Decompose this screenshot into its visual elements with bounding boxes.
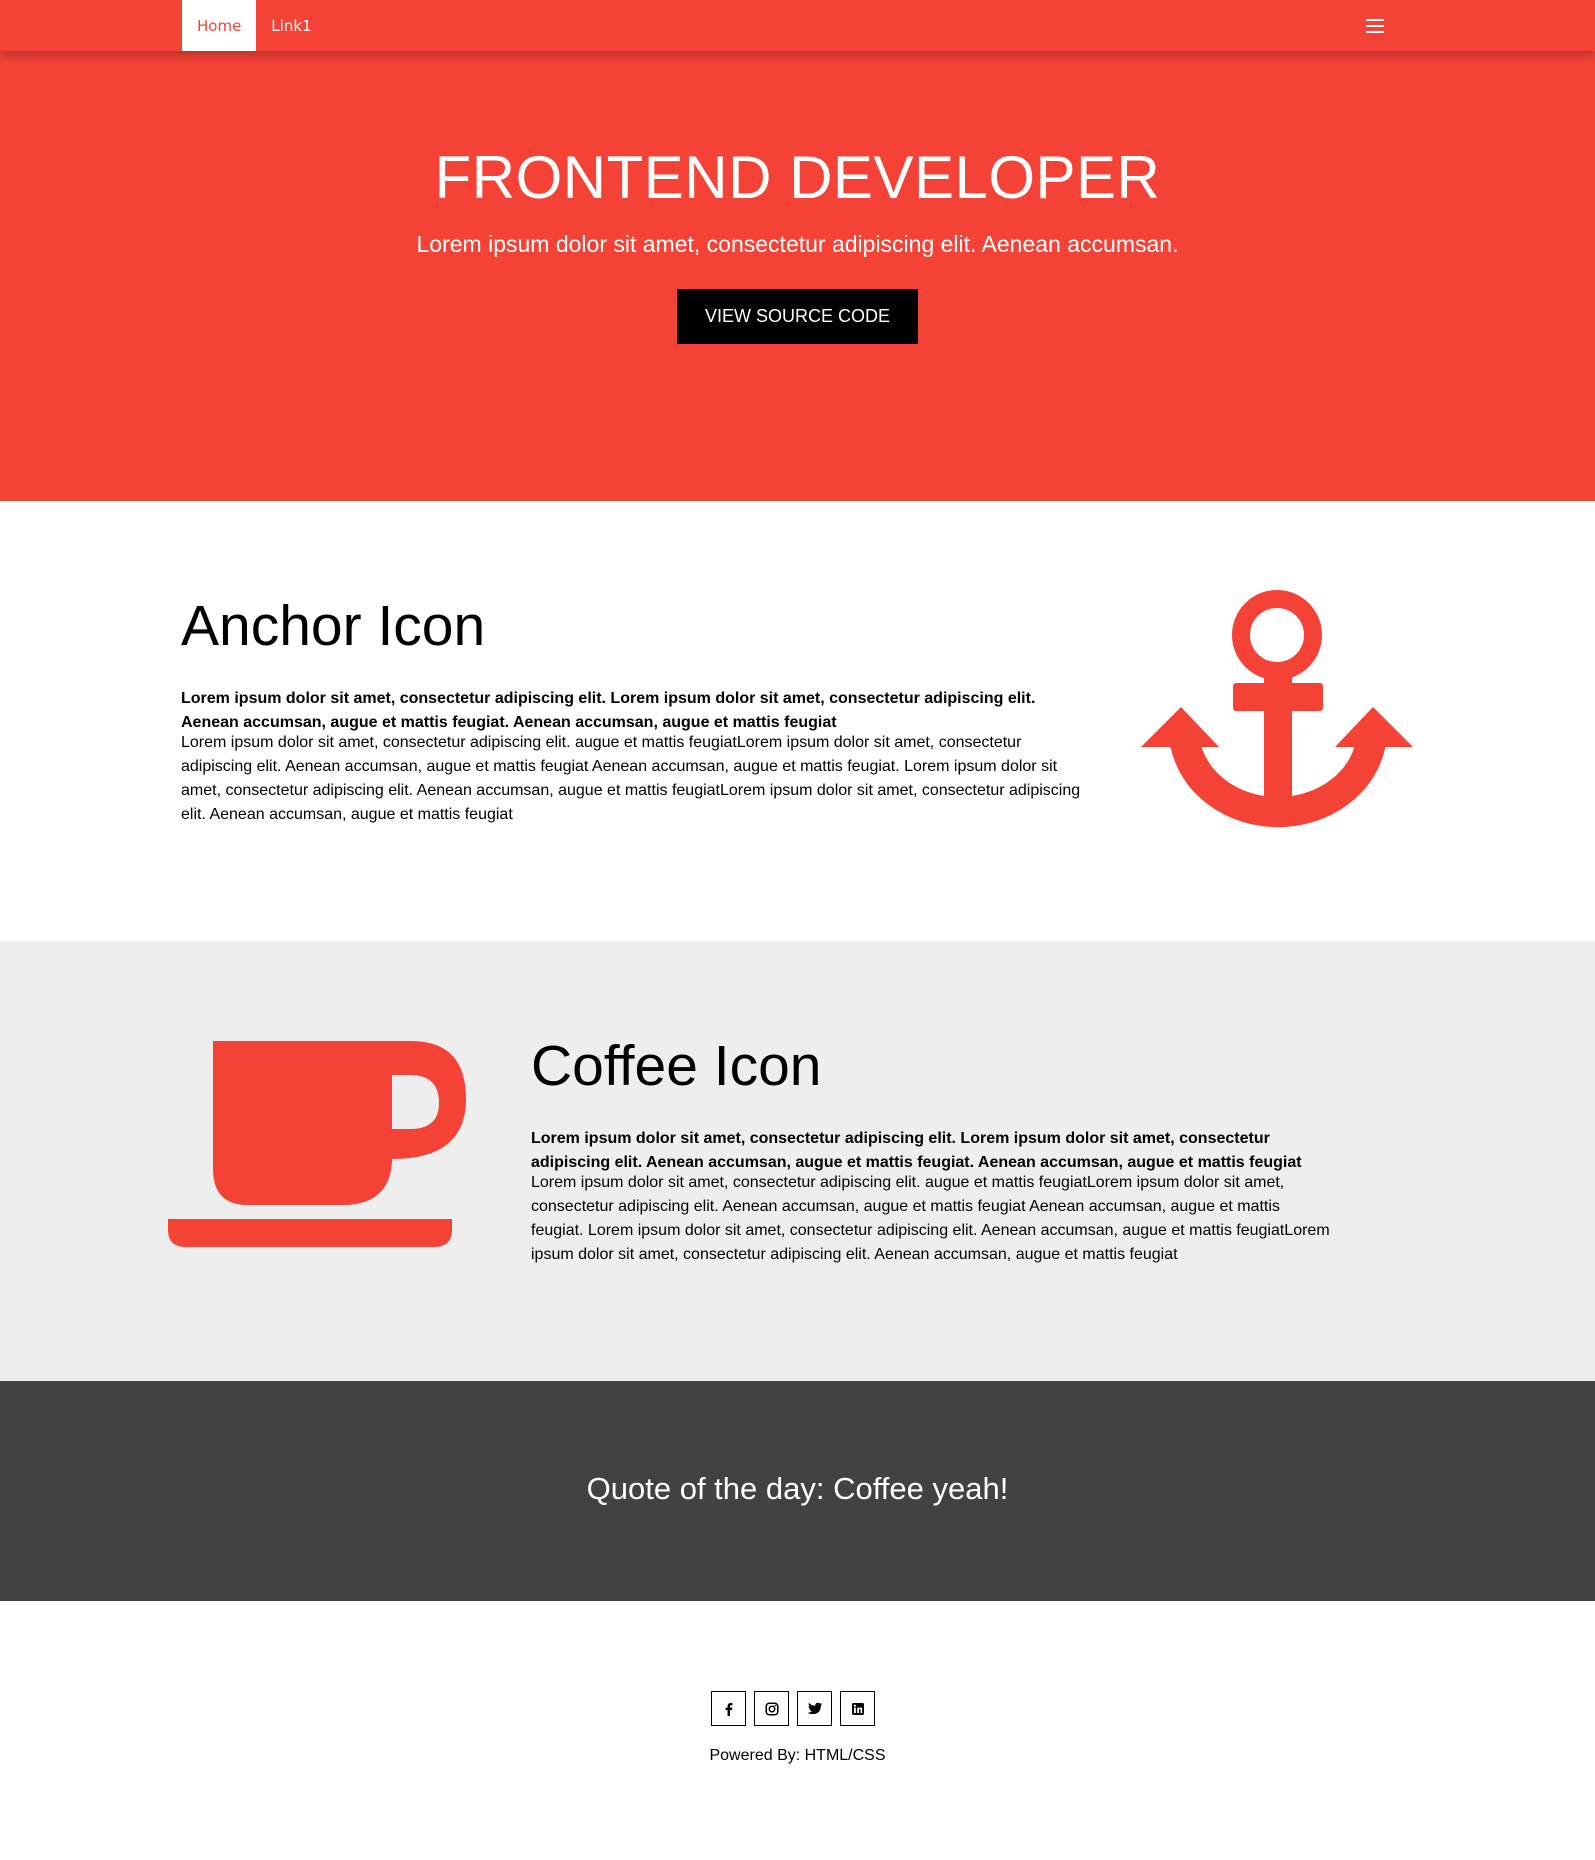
powered-by: Powered By: HTML/CSS xyxy=(0,1747,1595,1765)
anchor-section: Anchor Icon Lorem ipsum dolor sit amet, … xyxy=(0,501,1595,941)
coffee-title: Coffee Icon xyxy=(531,1034,822,1098)
page: Home Link1 FRONTEND DEVELOPER Lorem ipsu… xyxy=(0,0,1595,1841)
coffee-section: Coffee Icon Lorem ipsum dolor sit amet, … xyxy=(0,941,1595,1381)
anchor-bold-text: Lorem ipsum dolor sit amet, consectetur … xyxy=(181,690,1036,731)
coffee-body-text: Lorem ipsum dolor sit amet, consectetur … xyxy=(531,1174,1330,1263)
footer: Powered By: HTML/CSS xyxy=(0,1601,1595,1841)
linkedin-icon[interactable] xyxy=(840,1691,875,1726)
nav-item-home[interactable]: Home xyxy=(182,0,257,51)
instagram-icon[interactable] xyxy=(754,1691,789,1726)
menu-icon[interactable] xyxy=(1365,17,1385,35)
coffee-icon xyxy=(166,1041,476,1271)
nav-links: Home Link1 xyxy=(182,0,327,51)
hero-section: FRONTEND DEVELOPER Lorem ipsum dolor sit… xyxy=(0,51,1595,501)
powered-by-link[interactable]: HTML/CSS xyxy=(805,1747,886,1764)
coffee-bold-text: Lorem ipsum dolor sit amet, consectetur … xyxy=(531,1130,1302,1171)
top-nav: Home Link1 xyxy=(0,0,1595,51)
hero-subtitle: Lorem ipsum dolor sit amet, consectetur … xyxy=(416,231,1179,257)
hero-title: FRONTEND DEVELOPER xyxy=(434,144,1161,211)
anchor-title: Anchor Icon xyxy=(181,594,486,658)
anchor-body-text: Lorem ipsum dolor sit amet, consectetur … xyxy=(181,734,1081,823)
nav-item-link1[interactable]: Link1 xyxy=(256,0,326,51)
quote-text: Quote of the day: Coffee yeah! xyxy=(586,1471,1009,1506)
quote-section: Quote of the day: Coffee yeah! xyxy=(0,1381,1595,1601)
view-source-button[interactable]: VIEW SOURCE CODE xyxy=(677,289,918,344)
anchor-icon xyxy=(1139,587,1419,837)
twitter-icon[interactable] xyxy=(797,1691,832,1726)
facebook-icon[interactable] xyxy=(711,1691,746,1726)
social-links xyxy=(711,1691,875,1726)
powered-by-label: Powered By: xyxy=(709,1747,805,1764)
